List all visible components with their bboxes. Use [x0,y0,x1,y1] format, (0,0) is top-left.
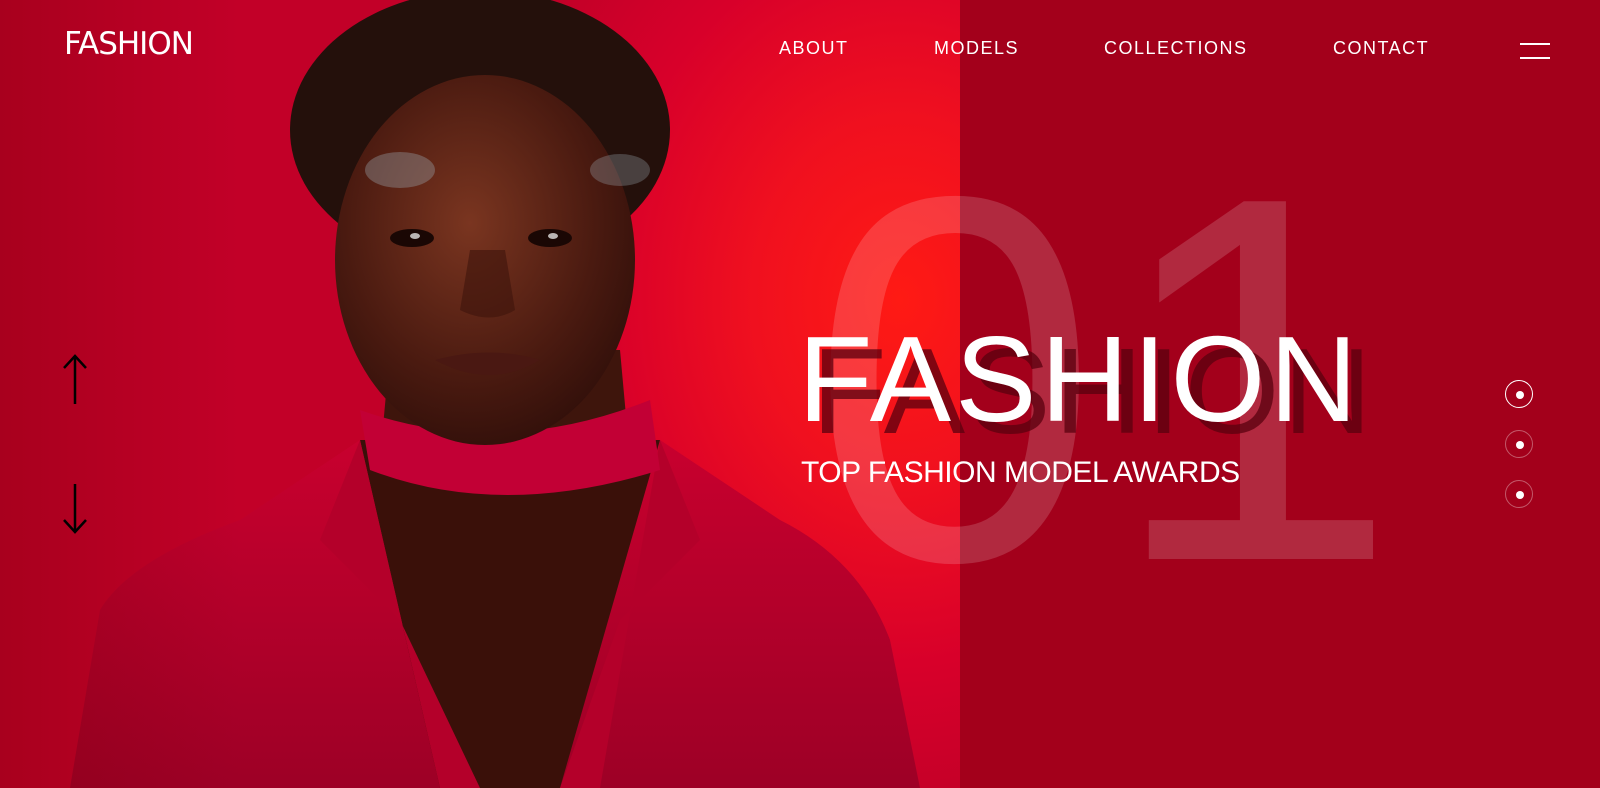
nav-item-collections[interactable]: COLLECTIONS [1104,36,1248,60]
hamburger-menu-icon[interactable] [1520,43,1550,61]
arrow-up-icon[interactable] [58,352,92,408]
arrow-down-icon[interactable] [58,480,92,536]
logo[interactable]: FASHION [64,25,194,63]
hero-title: FASHION [798,311,1362,447]
hero-subtitle: TOP FASHION MODEL AWARDS [801,456,1240,489]
pagination-dot-2[interactable] [1505,430,1533,458]
pagination-dot-1[interactable] [1505,380,1533,408]
nav-item-about[interactable]: ABOUT [779,36,849,60]
pagination-dot-3[interactable] [1505,480,1533,508]
hero-section: 01 FASHION FASHION TOP FASHION MODEL AWA… [0,0,1600,788]
nav-item-contact[interactable]: CONTACT [1333,36,1429,60]
nav-item-models[interactable]: MODELS [934,36,1019,60]
